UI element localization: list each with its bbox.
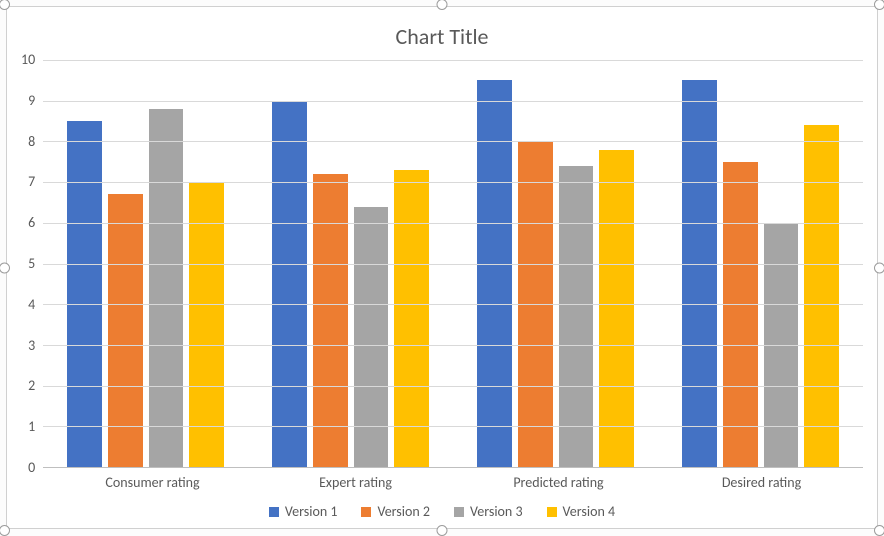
plot-row: 109876543210	[21, 60, 863, 468]
y-axis: 109876543210	[21, 60, 43, 468]
resize-handle-middle-right[interactable]	[874, 262, 884, 273]
bar[interactable]	[149, 109, 184, 467]
legend-swatch	[269, 507, 279, 517]
chart-title[interactable]: Chart Title	[21, 23, 863, 50]
legend-label: Version 1	[285, 503, 338, 520]
bar[interactable]	[477, 80, 512, 467]
chart-selection-container[interactable]: Chart Title 109876543210 Consumer rating…	[0, 0, 884, 535]
bar[interactable]	[804, 125, 839, 467]
legend-label: Version 2	[377, 503, 430, 520]
grid-line	[43, 345, 863, 346]
x-axis: Consumer ratingExpert ratingPredicted ra…	[51, 474, 863, 491]
grid-line	[43, 264, 863, 265]
grid-line	[43, 141, 863, 142]
grid-line	[43, 60, 863, 61]
bar[interactable]	[682, 80, 717, 467]
chart-area[interactable]: Chart Title 109876543210 Consumer rating…	[6, 6, 878, 529]
legend-label: Version 3	[470, 503, 523, 520]
legend-item[interactable]: Version 3	[454, 503, 523, 520]
x-tick-label: Expert rating	[254, 474, 457, 491]
resize-handle-bottom-center[interactable]	[437, 525, 448, 536]
grid-line	[43, 426, 863, 427]
bar[interactable]	[354, 207, 389, 467]
bar[interactable]	[599, 150, 634, 467]
bar[interactable]	[272, 101, 307, 467]
x-tick-label: Consumer rating	[51, 474, 254, 491]
grid-line	[43, 386, 863, 387]
legend-label: Version 4	[563, 503, 616, 520]
legend-swatch	[361, 507, 371, 517]
grid-line	[43, 182, 863, 183]
plot-area[interactable]	[43, 60, 863, 468]
legend-item[interactable]: Version 2	[361, 503, 430, 520]
resize-handle-bottom-left[interactable]	[0, 525, 10, 536]
x-tick-label: Predicted rating	[457, 474, 660, 491]
legend-item[interactable]: Version 1	[269, 503, 338, 520]
bar[interactable]	[313, 174, 348, 467]
legend-swatch	[547, 507, 557, 517]
grid-line	[43, 223, 863, 224]
legend-swatch	[454, 507, 464, 517]
resize-handle-top-right[interactable]	[874, 0, 884, 10]
bar[interactable]	[67, 121, 102, 467]
x-tick-label: Desired rating	[660, 474, 863, 491]
legend[interactable]: Version 1 Version 2 Version 3 Version 4	[21, 503, 863, 520]
grid-line	[43, 101, 863, 102]
bar[interactable]	[394, 170, 429, 467]
bar[interactable]	[189, 182, 224, 467]
resize-handle-bottom-right[interactable]	[874, 525, 884, 536]
bar[interactable]	[559, 166, 594, 467]
bar[interactable]	[723, 162, 758, 467]
grid-line	[43, 304, 863, 305]
legend-item[interactable]: Version 4	[547, 503, 616, 520]
